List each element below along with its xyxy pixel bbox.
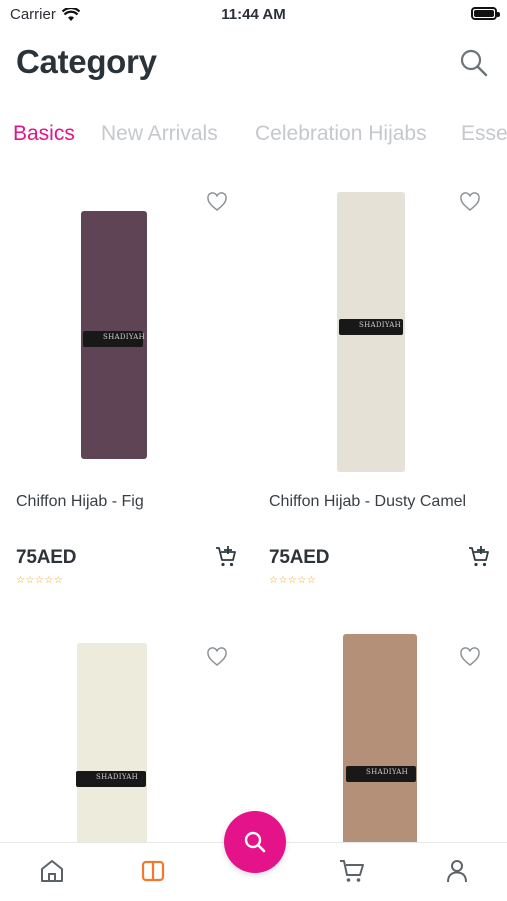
product-card[interactable]: SHADIYAH <box>0 630 254 842</box>
status-time: 11:44 AM <box>221 6 286 23</box>
search-fab-button[interactable] <box>224 811 286 873</box>
home-icon[interactable] <box>38 857 66 885</box>
product-price: 75AED <box>269 547 330 568</box>
cart-icon[interactable] <box>338 857 366 885</box>
add-to-cart-icon[interactable] <box>467 545 491 569</box>
favorite-heart-icon[interactable] <box>459 646 481 668</box>
product-card[interactable]: SHADIYAH Chiffon Hijab - Fig 75AED ☆☆☆☆☆ <box>0 180 254 600</box>
favorite-heart-icon[interactable] <box>459 191 481 213</box>
tab-basics[interactable]: Basics <box>13 122 75 146</box>
rating-stars: ☆☆☆☆☆ <box>269 575 317 586</box>
product-card[interactable]: SHADIYAH Chiffon Hijab - Dusty Camel 75A… <box>253 180 507 600</box>
add-to-cart-icon[interactable] <box>214 545 238 569</box>
rating-stars: ☆☆☆☆☆ <box>16 575 64 586</box>
page-title: Category <box>16 43 157 80</box>
product-image[interactable] <box>343 634 417 842</box>
favorite-heart-icon[interactable] <box>206 646 228 668</box>
search-fab-icon <box>244 831 266 853</box>
tab-celebration-hijabs[interactable]: Celebration Hijabs <box>255 122 427 146</box>
battery-icon <box>471 7 500 20</box>
tab-new-arrivals[interactable]: New Arrivals <box>101 122 218 146</box>
product-card[interactable]: SHADIYAH <box>253 630 507 842</box>
category-tabs: Basics New Arrivals Celebration Hijabs E… <box>0 120 507 150</box>
status-bar: Carrier 11:44 AM <box>0 0 507 28</box>
product-price: 75AED <box>16 547 77 568</box>
search-icon[interactable] <box>458 47 490 79</box>
tab-essentials[interactable]: Esse <box>461 122 507 146</box>
product-label-band: SHADIYAH <box>339 319 403 335</box>
product-label-band: SHADIYAH <box>346 766 416 782</box>
product-name[interactable]: Chiffon Hijab - Dusty Camel <box>269 493 466 511</box>
product-label-band: SHADIYAH <box>76 771 146 787</box>
product-name[interactable]: Chiffon Hijab - Fig <box>16 493 144 511</box>
profile-icon[interactable] <box>443 857 471 885</box>
product-image[interactable] <box>77 643 147 842</box>
catalog-icon[interactable] <box>139 857 167 885</box>
product-label-band: SHADIYAH <box>83 331 145 347</box>
favorite-heart-icon[interactable] <box>206 191 228 213</box>
